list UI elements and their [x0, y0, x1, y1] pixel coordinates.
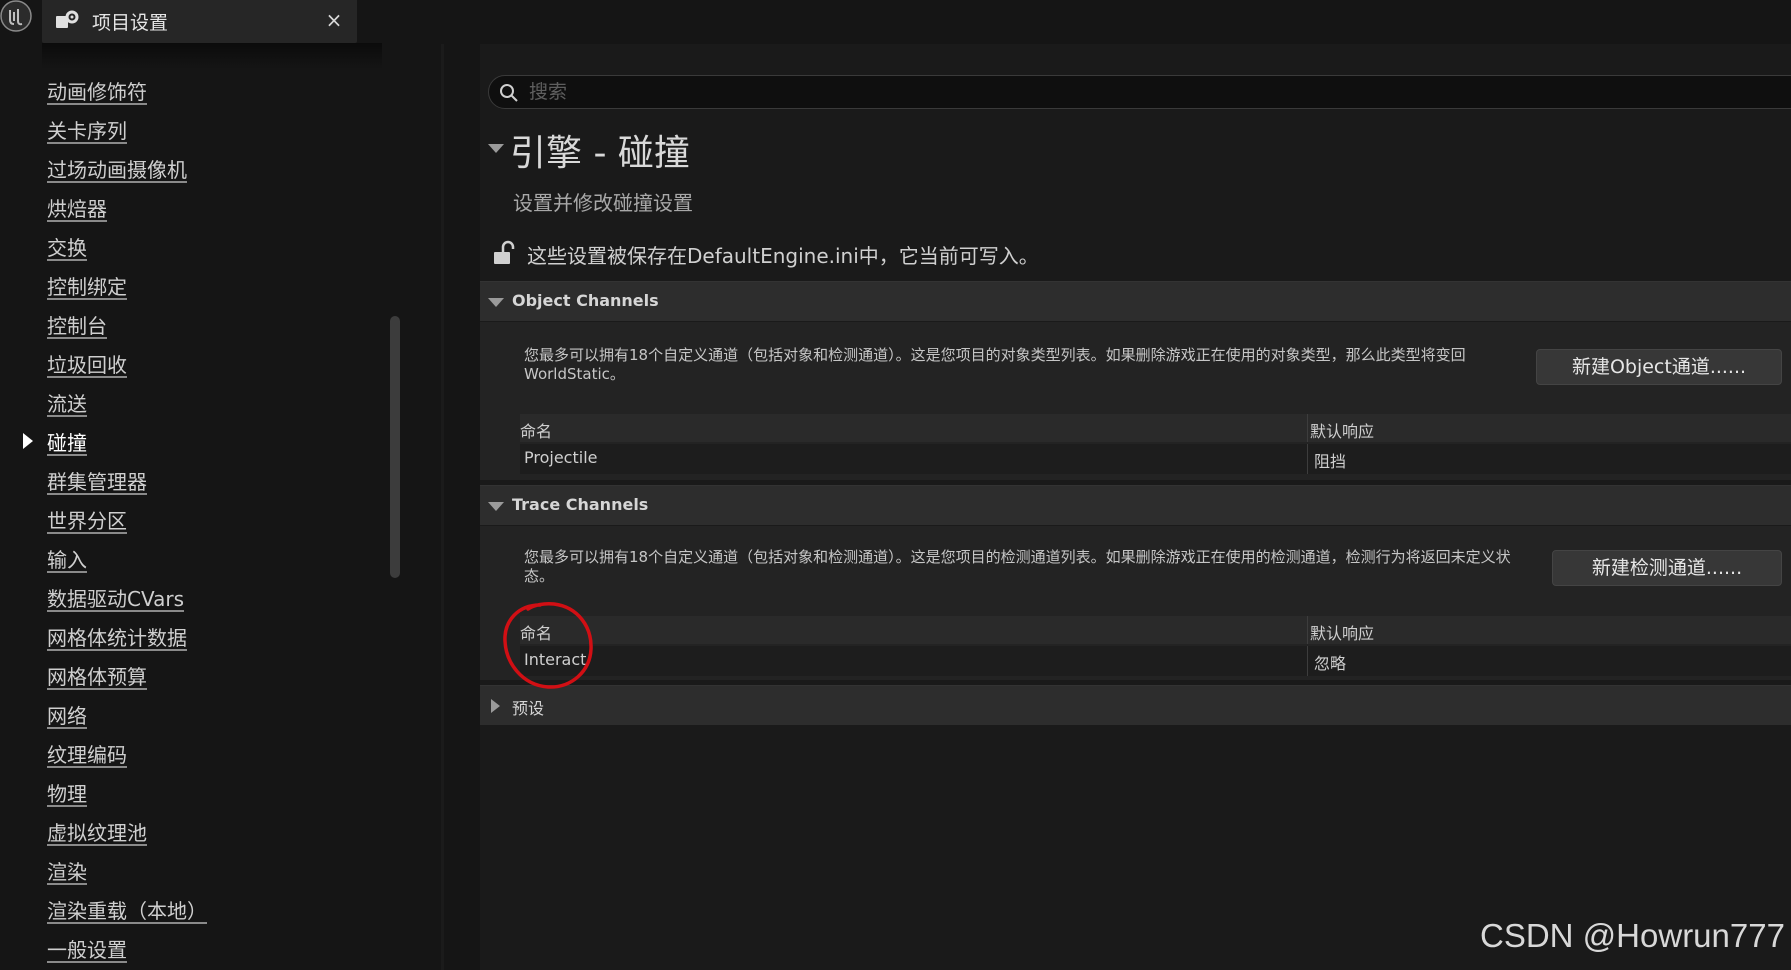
sidebar-item[interactable]: 渲染重载（本地）	[47, 895, 207, 924]
sidebar-item[interactable]: 动画修饰符	[47, 76, 147, 105]
sidebar-item[interactable]: 过场动画摄像机	[47, 154, 187, 183]
new-object-channel-button[interactable]: 新建Object通道......	[1536, 349, 1782, 385]
project-settings-tab[interactable]: 项目设置 ×	[42, 0, 357, 43]
sidebar-item[interactable]: 控制绑定	[47, 271, 127, 300]
sidebar-item[interactable]: 垃圾回收	[47, 349, 127, 378]
channel-name: Projectile	[524, 448, 598, 467]
object-channels-title: Object Channels	[512, 291, 659, 310]
channel-default-response: 忽略	[1314, 654, 1347, 673]
page-subtitle: 设置并修改碰撞设置	[513, 191, 693, 215]
column-separator	[1307, 646, 1308, 676]
column-name-header: 命名	[520, 422, 553, 441]
sidebar-item[interactable]: 控制台	[47, 310, 107, 339]
column-separator[interactable]	[1307, 414, 1308, 442]
column-response-header: 默认响应	[1310, 422, 1375, 441]
sidebar-item[interactable]: 一般设置	[47, 934, 127, 963]
sidebar-item[interactable]: 关卡序列	[47, 115, 127, 144]
chevron-right-icon	[491, 699, 500, 713]
table-row[interactable]: Projectile 阻挡	[520, 444, 1791, 474]
selected-arrow-icon	[23, 433, 33, 449]
trace-channels-body: 您最多可以拥有18个自定义通道（包括对象和检测通道）。这是您项目的检测通道列表。…	[480, 526, 1791, 680]
settings-gear-icon	[56, 10, 79, 28]
sidebar-scrollbar[interactable]	[390, 316, 400, 578]
object-channels-description: 您最多可以拥有18个自定义通道（包括对象和检测通道）。这是您项目的对象类型列表。…	[524, 346, 1466, 383]
sidebar-item[interactable]: 输入	[47, 544, 87, 573]
chevron-down-icon	[488, 502, 504, 511]
page-title: 引擎 - 碰撞	[510, 133, 690, 174]
sidebar-item[interactable]: 数据驱动CVars	[47, 583, 184, 612]
presets-title: 预设	[512, 699, 545, 718]
sidebar-item[interactable]: 网格体统计数据	[47, 622, 187, 651]
section-collapse-icon[interactable]	[488, 144, 504, 153]
sidebar-item[interactable]: 世界分区	[47, 505, 127, 534]
sidebar-item[interactable]: 纹理编码	[47, 739, 127, 768]
channel-default-response: 阻挡	[1314, 452, 1347, 471]
unlock-icon	[494, 240, 515, 264]
sidebar-item[interactable]: 群集管理器	[47, 466, 147, 495]
trace-channels-header[interactable]: Trace Channels	[480, 485, 1791, 525]
sidebar-item[interactable]: 网格体预算	[47, 661, 147, 690]
panel-divider[interactable]	[441, 44, 444, 970]
chevron-down-icon	[488, 298, 504, 307]
title-bar: 项目设置 ×	[0, 0, 1791, 69]
column-response-header: 默认响应	[1310, 624, 1375, 643]
sidebar-item[interactable]: 虚拟纹理池	[47, 817, 147, 846]
sidebar-item[interactable]: 碰撞	[47, 427, 87, 456]
unreal-logo-icon[interactable]	[0, 0, 36, 36]
sidebar-item[interactable]: 交换	[47, 232, 87, 261]
object-channels-header[interactable]: Object Channels	[480, 281, 1791, 321]
sidebar-item[interactable]: 网络	[47, 700, 87, 729]
sidebar-item[interactable]: 烘焙器	[47, 193, 107, 222]
object-channels-table-header: 命名 默认响应	[520, 414, 1791, 442]
trace-channels-table-header: 命名 默认响应	[520, 616, 1791, 644]
new-trace-channel-button[interactable]: 新建检测通道......	[1552, 550, 1782, 586]
config-save-note: 这些设置被保存在DefaultEngine.ini中，它当前可写入。	[527, 244, 1039, 268]
column-separator	[1307, 444, 1308, 474]
sidebar-item[interactable]: 流送	[47, 388, 87, 417]
object-channels-body: 您最多可以拥有18个自定义通道（包括对象和检测通道）。这是您项目的对象类型列表。…	[480, 322, 1791, 480]
trace-channels-title: Trace Channels	[512, 495, 649, 514]
table-row[interactable]: Interact 忽略	[520, 646, 1791, 676]
search-box[interactable]	[488, 75, 1791, 109]
red-annotation-circle	[503, 602, 593, 689]
settings-sidebar: 动画修饰符关卡序列过场动画摄像机 烘焙器交换控制绑定控制台垃圾回收流送碰撞群集管理…	[0, 44, 440, 970]
close-tab-icon[interactable]: ×	[320, 6, 348, 34]
tab-title: 项目设置	[92, 12, 169, 34]
csdn-watermark: CSDN @Howrun777	[1480, 917, 1785, 954]
column-separator[interactable]	[1307, 616, 1308, 644]
search-input[interactable]	[529, 78, 1129, 106]
trace-channels-description: 您最多可以拥有18个自定义通道（包括对象和检测通道）。这是您项目的检测通道列表。…	[524, 548, 1511, 585]
sidebar-item[interactable]: 渲染	[47, 856, 87, 885]
search-icon	[500, 84, 518, 102]
sidebar-item[interactable]: 物理	[47, 778, 87, 807]
presets-header[interactable]: 预设	[480, 685, 1791, 725]
